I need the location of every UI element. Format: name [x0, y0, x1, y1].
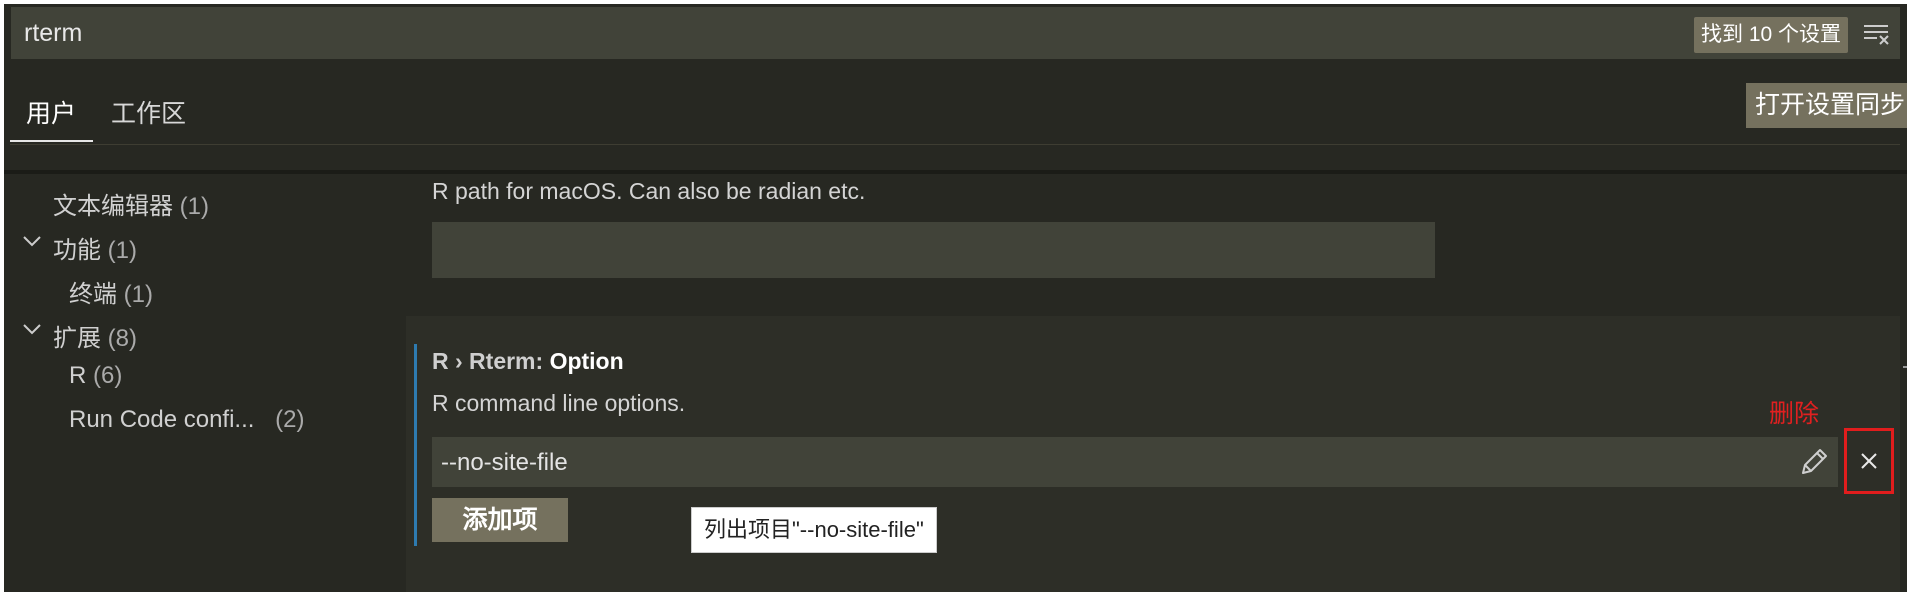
toc-item-features[interactable]: 功能 (1) — [53, 230, 137, 265]
toc-item-text-editor[interactable]: 文本编辑器 (1) — [53, 186, 209, 221]
toc-item-count: (6) — [93, 362, 123, 389]
remove-annotation-label: 删除 — [1769, 400, 1820, 428]
focus-indicator — [414, 344, 417, 546]
chevron-down-icon[interactable] — [22, 234, 42, 248]
toc-item-label: Run Code confi... — [69, 406, 255, 433]
open-settings-sync-button[interactable]: 打开设置同步 — [1746, 83, 1907, 128]
tab-user[interactable]: 用户 — [26, 94, 76, 130]
rterm-mac-input[interactable] — [432, 222, 1435, 278]
toc-item-run-code-config[interactable]: Run Code confi... (2) — [69, 406, 304, 434]
toc-item-label: 扩展 — [53, 325, 101, 352]
toc-item-count: (8) — [107, 325, 138, 352]
list-item-value: --no-site-file — [441, 449, 568, 476]
toc-item-label: 终端 — [69, 281, 117, 308]
pencil-icon[interactable] — [1797, 445, 1831, 479]
settings-editor: 找到 10 个设置 用户 工作区 打开设置同步 文本编辑器 (1) 功能 (1) — [4, 4, 1907, 592]
setting-description: R command line options. — [432, 390, 686, 416]
clear-filter-icon[interactable] — [1862, 21, 1892, 47]
toc-item-count: (1) — [107, 237, 138, 264]
header-shadow — [4, 170, 1907, 174]
toc-item-label: 文本编辑器 — [53, 193, 173, 220]
toc-item-count: (1) — [123, 281, 154, 308]
chevron-down-icon[interactable] — [22, 322, 42, 336]
setting-title: R › Rterm: Option — [432, 348, 624, 375]
remove-item-button[interactable] — [1844, 428, 1894, 494]
active-tab-indicator — [10, 140, 93, 142]
setting-description: R path for macOS. Can also be radian etc… — [432, 178, 866, 204]
tab-workspace[interactable]: 工作区 — [111, 94, 186, 130]
toc-item-count: (2) — [275, 406, 305, 433]
toc-item-extensions[interactable]: 扩展 (8) — [53, 318, 137, 353]
result-count-badge: 找到 10 个设置 — [1694, 17, 1849, 53]
toc-item-terminal[interactable]: 终端 (1) — [69, 274, 153, 309]
search-bar: 找到 10 个设置 — [11, 7, 1900, 59]
setting-name: Option — [549, 348, 624, 374]
tooltip: 列出项目"--no-site-file" — [691, 507, 937, 553]
search-input[interactable] — [24, 18, 1424, 48]
toc-item-label: R — [69, 362, 87, 389]
close-icon — [1861, 453, 1877, 469]
toc-item-r[interactable]: R (6) — [69, 362, 122, 390]
setting-category: R › Rterm: — [432, 348, 550, 374]
resize-handle[interactable] — [1903, 366, 1907, 368]
tab-divider — [10, 144, 1900, 145]
toc-item-label: 功能 — [53, 237, 101, 264]
add-item-button[interactable]: 添加项 — [432, 498, 568, 542]
toc-item-count: (1) — [179, 193, 210, 220]
list-item[interactable]: --no-site-file — [432, 437, 1838, 487]
